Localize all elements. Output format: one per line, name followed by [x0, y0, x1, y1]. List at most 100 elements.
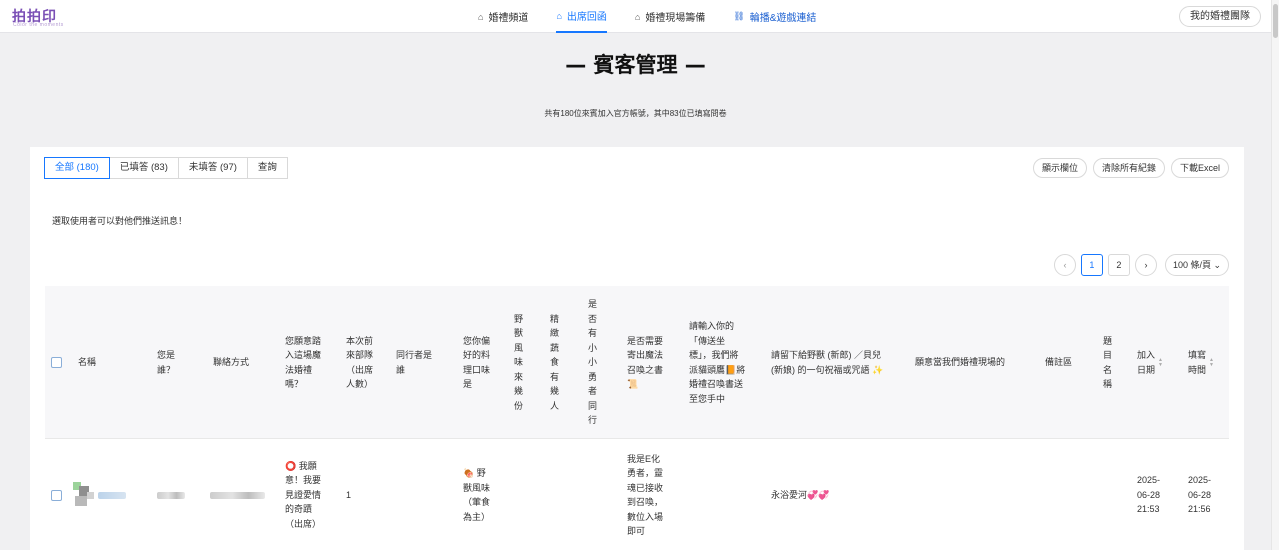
col-label: 請輸入你的 「傳送坐 標」，我們將 派貓頭鷹📙將 婚禮召喚書送 至您手中 — [689, 321, 746, 404]
blurred-contact — [210, 439, 265, 550]
col-label: 您願意踏 入這場魔 法婚禮 嗎？ — [285, 335, 322, 390]
link-icon: ⛓ — [733, 11, 745, 21]
nav-rsvp[interactable]: ⌂ 出席回函 — [556, 0, 607, 33]
filter-tabs: 全部 (180) 已填答 (83) 未填答 (97) 查詢 — [44, 157, 288, 179]
cell-text: 🍖 野 獸風味 （葷食 為主） — [463, 468, 491, 522]
main-nav: ⌂ 婚禮頻道 ⌂ 出席回函 ⌂ 婚禮現場籌備 ⛓ 輪播&遊戲連結 — [478, 0, 844, 33]
sort-icon[interactable]: ▲ ▼ — [1209, 357, 1214, 368]
tab-unanswered[interactable]: 未填答 (97) — [177, 157, 248, 179]
avatar — [73, 482, 95, 508]
col-label: 您你偏 好的料 理口味 是 — [463, 335, 491, 390]
page-2-button[interactable]: 2 — [1107, 254, 1130, 276]
show-columns-button[interactable]: 顯示欄位 — [1032, 158, 1087, 178]
col-blessing: 請留下給野獸 (新郎) ／貝兒 (新娘) 的一句祝福或咒語 ✨ — [771, 286, 901, 439]
col-beast-portions: 野 獸 風 味 來 幾 份 — [514, 286, 526, 439]
col-label: 聯絡方式 — [213, 357, 250, 368]
col-label: 是否需要 寄出魔法 召喚之書 📜 — [627, 335, 664, 390]
col-mail-book: 是否需要 寄出魔法 召喚之書 📜 — [627, 286, 672, 439]
col-label: 您是 誰？ — [157, 350, 176, 375]
col-name: 名稱 — [78, 286, 96, 439]
page-size-select[interactable]: 100 條/頁 ⌄ — [1164, 254, 1229, 276]
cell-text: ⭕ 我願 意！我要 見證愛情 的奇蹟 （出席） — [285, 460, 322, 529]
select-all-checkbox[interactable] — [51, 286, 62, 439]
col-volunteer: 願意當我們婚禮現場的 — [915, 286, 1005, 439]
row-checkbox[interactable] — [51, 439, 62, 550]
guest-avatar-name — [73, 439, 126, 550]
nav-onsite-prep[interactable]: ⌂ 婚禮現場籌備 — [635, 0, 705, 33]
checkbox[interactable] — [51, 489, 62, 501]
nav-wedding-channel[interactable]: ⌂ 婚禮頻道 — [478, 0, 528, 33]
cell-text: 1 — [346, 489, 352, 500]
col-label: 本次前 來部隊 （出席 人數） — [346, 335, 374, 390]
cell-mail-book: 我是E化 勇者，靈 魂已接收 到召喚， 數位入場 即可 — [627, 439, 672, 550]
scrollbar-thumb[interactable] — [1273, 4, 1278, 38]
cell-taste: 🍖 野 獸風味 （葷食 為主） — [463, 439, 508, 550]
col-companion: 同行者是 誰 — [396, 286, 446, 439]
blurred-name — [98, 491, 126, 499]
cell-text: 2025- 06-28 21:56 — [1188, 475, 1212, 515]
nav-label: 婚禮頻道 — [488, 13, 529, 24]
col-filled-time[interactable]: 填寫 時間 ▲ ▼ — [1188, 286, 1214, 439]
nav-label: 輪播&遊戲連結 — [749, 13, 817, 24]
home-icon: ⌂ — [556, 10, 562, 21]
top-navbar: 拍拍印 Color the moments ⌂ 婚禮頻道 ⌂ 出席回函 ⌂ 婚禮現場籌… — [0, 0, 1271, 33]
col-label: 願意當我們婚禮現場的 — [915, 357, 1006, 368]
col-note: 備註區 — [1045, 286, 1072, 439]
sort-icon[interactable]: ▲ ▼ — [1158, 357, 1163, 368]
next-page-button[interactable]: › — [1134, 254, 1157, 276]
table-row[interactable]: ⭕ 我願 意！我要 見證愛情 的奇蹟 （出席） 1 🍖 野 獸風味 （葷食 為主… — [45, 439, 1229, 550]
col-label: 精 緻 蔬 食 有 幾 人 — [550, 313, 560, 411]
blurred-text — [157, 491, 185, 499]
col-joined-date[interactable]: 加入 日期 ▲ ▼ — [1137, 286, 1163, 439]
nav-label: 出席回函 — [566, 12, 607, 23]
col-label: 加入 日期 — [1137, 350, 1156, 375]
col-address: 請輸入你的 「傳送坐 標」，我們將 派貓頭鷹📙將 婚禮召喚書送 至您手中 — [689, 286, 761, 439]
col-label: 是 否 有 小 小 勇 者 同 行 — [588, 299, 598, 426]
col-taste: 您你偏 好的料 理口味 是 — [463, 286, 503, 439]
download-excel-button[interactable]: 下載Excel — [1170, 158, 1229, 178]
guest-summary: 共有180位來賓加入官方帳號，其中83位已填寫問卷 — [544, 109, 727, 118]
page-scrollbar[interactable] — [1271, 0, 1279, 550]
home-icon: ⌂ — [478, 11, 484, 22]
tab-search[interactable]: 查詢 — [246, 157, 288, 179]
table-actions: 顯示欄位 清除所有紀錄 下載Excel — [1027, 158, 1229, 178]
col-label: 填寫 時間 — [1188, 350, 1207, 375]
col-question-title: 題 目 名 稱 — [1103, 286, 1115, 439]
page-1-button[interactable]: 1 — [1080, 254, 1103, 276]
cell-joined-date: 2025- 06-28 21:53 — [1137, 439, 1160, 550]
col-label: 名稱 — [78, 357, 97, 368]
col-label: 野 獸 風 味 來 幾 份 — [514, 313, 524, 411]
cell-blessing: 永浴愛河💞💞 — [771, 439, 829, 550]
col-label: 請留下給野獸 (新郎) ／貝兒 (新娘) 的一句祝福或咒語 ✨ — [771, 350, 884, 375]
col-veg-count: 精 緻 蔬 食 有 幾 人 — [550, 286, 562, 439]
page-title: — 賓客管理 — — [565, 53, 706, 77]
nav-carousel-games[interactable]: ⛓ 輪播&遊戲連結 — [733, 0, 816, 33]
cell-filled-time: 2025- 06-28 21:56 — [1188, 439, 1211, 550]
col-label: 備註區 — [1045, 357, 1073, 368]
brand-tagline: Color the moments — [13, 22, 64, 28]
col-who: 您是 誰？ — [157, 286, 197, 439]
table-header: 名稱 您是 誰？ 聯絡方式 您願意踏 入這場魔 法婚禮 嗎？ 本次前 來部隊 （… — [45, 286, 1229, 439]
wedding-team-button[interactable]: 我的婚禮團隊 — [1179, 6, 1261, 27]
clear-records-button[interactable]: 清除所有紀錄 — [1092, 158, 1165, 178]
tab-all[interactable]: 全部 (180) — [44, 157, 110, 179]
col-party-size: 本次前 來部隊 （出席 人數） — [346, 286, 386, 439]
col-attend: 您願意踏 入這場魔 法婚禮 嗎？ — [285, 286, 335, 439]
blurred-text — [210, 491, 265, 499]
home-icon: ⌂ — [634, 11, 641, 22]
col-label: 題 目 名 稱 — [1103, 335, 1113, 390]
col-label: 同行者是 誰 — [396, 350, 433, 375]
col-kids: 是 否 有 小 小 勇 者 同 行 — [588, 286, 600, 439]
select-hint: 選取使用者可以對他們推送訊息！ — [52, 216, 188, 226]
tab-answered[interactable]: 已填答 (83) — [108, 157, 179, 179]
cell-party-size: 1 — [346, 439, 351, 550]
checkbox[interactable] — [51, 357, 62, 368]
prev-page-button[interactable]: ‹ — [1053, 254, 1076, 276]
col-contact: 聯絡方式 — [213, 286, 249, 439]
cell-text: 2025- 06-28 21:53 — [1137, 475, 1161, 515]
cell-text: 永浴愛河💞💞 — [771, 489, 830, 500]
pagination: ‹ 1 2 › 100 條/頁 ⌄ — [1049, 254, 1229, 276]
blurred-who — [157, 439, 185, 550]
cell-text: 我是E化 勇者，靈 魂已接收 到召喚， 數位入場 即可 — [627, 453, 664, 537]
guest-table-card: 全部 (180) 已填答 (83) 未填答 (97) 查詢 顯示欄位 清除所有紀… — [30, 147, 1244, 550]
